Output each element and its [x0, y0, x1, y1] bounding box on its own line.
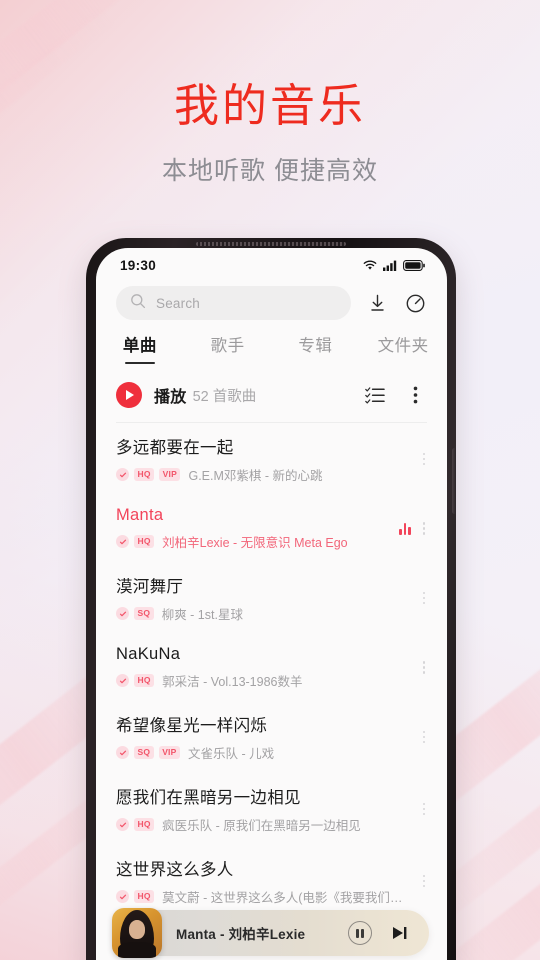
table-row[interactable]: 漠河舞厅 SQ 柳爽 - 1st.星球: [96, 562, 447, 634]
downloaded-check-icon: [116, 674, 129, 687]
phone-screen: 19:30 Search 单曲 歌手 专辑 文件夹 播放 52 首歌曲 多远都要…: [96, 248, 447, 960]
mini-player[interactable]: Manta - 刘柏辛Lexie: [112, 908, 429, 958]
song-subtitle: G.E.M邓紫棋 - 新的心跳: [188, 469, 323, 483]
vip-badge: VIP: [158, 745, 180, 760]
search-icon: [130, 293, 146, 314]
quality-badge: HQ: [134, 817, 155, 832]
table-row[interactable]: 这世界这么多人 HQ 莫文蔚 - 这世界这么多人(电影《我要我们在…: [96, 845, 447, 917]
promo-header: 我的音乐 本地听歌 便捷高效: [0, 82, 540, 187]
more-vertical-icon[interactable]: [421, 451, 428, 468]
promo-title: 我的音乐: [173, 80, 366, 131]
now-playing-title: Manta - 刘柏辛Lexie: [176, 927, 306, 942]
tab-albums[interactable]: 专辑: [272, 332, 360, 368]
tab-folders[interactable]: 文件夹: [359, 332, 447, 368]
download-icon[interactable]: [365, 291, 389, 315]
status-bar: 19:30: [96, 248, 447, 282]
tab-artists[interactable]: 歌手: [184, 332, 272, 368]
song-title: 希望像星光一样闪烁: [116, 717, 268, 735]
song-subtitle: 文雀乐队 - 儿戏: [188, 747, 275, 761]
song-title: 漠河舞厅: [116, 578, 184, 596]
play-all-row[interactable]: 播放 52 首歌曲: [96, 368, 447, 422]
song-title: 这世界这么多人: [116, 861, 234, 879]
downloaded-check-icon: [116, 890, 129, 903]
song-count: 52 首歌曲: [192, 388, 257, 405]
vip-badge: VIP: [159, 467, 181, 482]
category-tabs: 单曲 歌手 专辑 文件夹: [96, 320, 447, 368]
quality-badge: HQ: [134, 467, 155, 482]
multi-select-list-icon[interactable]: [363, 383, 387, 407]
status-indicators: [363, 259, 425, 271]
song-subtitle: 疯医乐队 - 原我们在黑暗另一边相见: [162, 819, 361, 833]
play-triangle-icon[interactable]: [116, 382, 142, 408]
song-subtitle: 刘柏辛Lexie - 无限意识 Meta Ego: [162, 536, 348, 550]
quality-badge: HQ: [134, 889, 155, 904]
table-row[interactable]: 多远都要在一起 HQ VIP G.E.M邓紫棋 - 新的心跳: [96, 423, 447, 495]
table-row[interactable]: 希望像星光一样闪烁 SQ VIP 文雀乐队 - 儿戏: [96, 701, 447, 773]
search-row: Search: [96, 282, 447, 320]
more-vertical-icon[interactable]: [421, 729, 428, 746]
search-placeholder: Search: [156, 295, 200, 311]
battery-full-icon: [403, 259, 425, 271]
earpiece-speaker: [196, 242, 346, 246]
more-vertical-icon[interactable]: [421, 590, 428, 607]
song-subtitle: 莫文蔚 - 这世界这么多人(电影《我要我们在…: [162, 891, 413, 905]
tab-songs[interactable]: 单曲: [96, 332, 184, 368]
now-playing-equalizer-icon: [399, 522, 411, 535]
downloaded-check-icon: [116, 468, 129, 481]
quality-badge: HQ: [134, 534, 155, 549]
song-subtitle: 柳爽 - 1st.星球: [161, 608, 243, 622]
more-vertical-icon[interactable]: [421, 520, 428, 537]
downloaded-check-icon: [116, 818, 129, 831]
quality-badge: SQ: [134, 745, 154, 760]
more-vertical-icon[interactable]: [421, 801, 428, 818]
wifi-icon: [363, 260, 377, 271]
status-clock: 19:30: [120, 257, 157, 273]
song-title: 愿我们在黑暗另一边相见: [116, 789, 301, 807]
downloaded-check-icon: [116, 746, 129, 759]
pause-icon[interactable]: [347, 920, 373, 946]
more-vertical-icon[interactable]: [403, 383, 427, 407]
album-art[interactable]: [112, 908, 162, 958]
next-track-icon[interactable]: [387, 920, 413, 946]
downloaded-check-icon: [116, 607, 129, 620]
more-vertical-icon[interactable]: [421, 873, 428, 890]
sleep-timer-icon[interactable]: [403, 291, 427, 315]
song-title: 多远都要在一起: [116, 439, 234, 457]
more-vertical-icon[interactable]: [421, 659, 428, 676]
quality-badge: SQ: [134, 606, 154, 621]
downloaded-check-icon: [116, 535, 129, 548]
play-all-label: 播放: [154, 389, 187, 406]
song-title: NaKuNa: [116, 645, 181, 663]
promo-subtitle: 本地听歌 便捷高效: [162, 157, 378, 186]
search-input[interactable]: Search: [116, 286, 351, 320]
quality-badge: HQ: [134, 673, 155, 688]
phone-mockup: 19:30 Search 单曲 歌手 专辑 文件夹 播放 52 首歌曲 多远都要…: [86, 238, 456, 960]
table-row[interactable]: Manta HQ 刘柏辛Lexie - 无限意识 Meta Ego: [96, 495, 447, 562]
table-row[interactable]: 愿我们在黑暗另一边相见 HQ 疯医乐队 - 原我们在黑暗另一边相见: [96, 773, 447, 845]
table-row[interactable]: NaKuNa HQ 郭采洁 - Vol.13-1986数羊: [96, 634, 447, 701]
signal-bars-icon: [383, 260, 397, 271]
song-list: 多远都要在一起 HQ VIP G.E.M邓紫棋 - 新的心跳 Manta HQ …: [96, 423, 447, 923]
song-title: Manta: [116, 506, 164, 524]
song-subtitle: 郭采洁 - Vol.13-1986数羊: [162, 675, 303, 689]
